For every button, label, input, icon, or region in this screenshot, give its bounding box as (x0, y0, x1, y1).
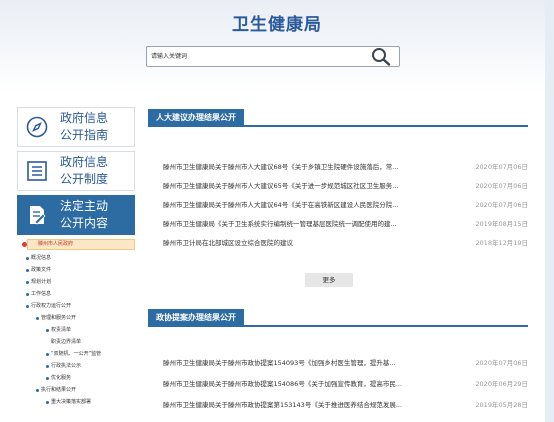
list-icon (27, 161, 47, 181)
list-item-title: 滕州市卫生健康局关于滕州市政协提案154086号《关于加强宣传教育，提高市民..… (163, 380, 403, 388)
tree-item[interactable]: 概况信息 (26, 255, 51, 262)
tree-item[interactable]: 职责边界清单 (51, 339, 81, 346)
list-item-title: 滕州市卫生健康局关于滕州市政协提案第153143号《关于推进医养结合规范发展..… (163, 401, 403, 409)
bullet-icon (36, 317, 39, 320)
sidebar-card-label: 法定主动 公开内容 (60, 199, 109, 230)
tree-item[interactable]: 行政执法公示 (46, 363, 81, 370)
page-edge-scroll[interactable] (545, 0, 554, 422)
list-item-date: 2019年08月15日 (475, 220, 528, 228)
list-item-date: 2019年05月28日 (475, 401, 528, 409)
list-item-title: 滕州市卫生健康局关于滕州市人大建议65号《关于进一步规范城区社区卫生服务... (163, 182, 399, 190)
list-item[interactable]: 滕州市卫计局在北部城区设立综合医院的建议 2018年12月19日 (163, 237, 528, 249)
tree-item[interactable]: 执行和结果公开 (36, 387, 76, 394)
bullet-icon (26, 269, 29, 272)
tree-item[interactable]: 权责清单 (46, 327, 71, 334)
site-header: 卫生健康局 (0, 0, 554, 92)
sidebar-card-system[interactable]: 政府信息 公开制度 (17, 151, 135, 191)
list-item-date: 2020年07月06日 (475, 163, 528, 171)
bullet-icon (26, 281, 29, 284)
list-item[interactable]: 滕州市卫生健康局关于滕州市人大建议65号《关于进一步规范城区社区卫生服务... … (163, 180, 528, 192)
list-item-date: 2018年12月19日 (475, 239, 528, 247)
bullet-icon (46, 353, 49, 356)
bullet-icon (46, 365, 49, 368)
section-title: 政协提案办理结果公开 (148, 309, 244, 327)
tree-item[interactable]: 重大决策落实部署 (46, 399, 91, 406)
list-item[interactable]: 滕州市卫生健康局《关于卫生系统实行编制统一管理基层医院统一调配使用的建... 2… (163, 218, 528, 230)
tree-item[interactable]: 管理和服务公开 (36, 315, 76, 322)
list-item[interactable]: 滕州市卫生健康局关于滕州市政协提案154086号《关于加强宣传教育，提高市民..… (163, 378, 528, 390)
tree-item[interactable]: 行政权力运行公开 (26, 303, 71, 310)
bullet-icon (22, 242, 27, 247)
list-item-title: 滕州市卫生健康局关于滕州市人大建议64号《关于在高铁新区建设人民医院分院... (163, 201, 399, 209)
bullet-icon (26, 305, 29, 308)
compass-icon (26, 116, 48, 138)
list-item[interactable]: 滕州市卫生健康局关于滕州市政协提案第153143号《关于推进医养结合规范发展..… (163, 399, 528, 411)
site-title: 卫生健康局 (232, 15, 322, 35)
tree-item[interactable]: 工作信息 (26, 291, 51, 298)
list-item-date: 2020年06月29日 (475, 380, 528, 388)
search-input[interactable] (151, 49, 361, 64)
tree-item[interactable]: 政策文件 (26, 267, 51, 274)
tree-root[interactable]: 滕州市人民政府 (22, 239, 135, 250)
list-item[interactable]: 滕州市卫生健康局关于滕州市人大建议64号《关于在高铁新区建设人民医院分院... … (163, 199, 528, 211)
tree-item[interactable]: 优化服务 (46, 375, 71, 382)
sidebar-card-content[interactable]: 法定主动 公开内容 (17, 195, 135, 235)
list-item[interactable]: 滕州市卫生健康局关于滕州市政协提案154093号《加强乡村医生管理，提升基...… (163, 357, 528, 369)
bullet-icon (46, 377, 49, 380)
bullet-icon (26, 293, 29, 296)
list-item-date: 2020年07月06日 (475, 359, 528, 367)
tree-item[interactable]: 规划计划 (26, 279, 51, 286)
list-item-date: 2020年07月06日 (475, 182, 528, 190)
list-item-title: 滕州市卫计局在北部城区设立综合医院的建议 (163, 239, 293, 247)
sidebar-card-label: 政府信息 公开制度 (60, 155, 109, 186)
bullet-icon (46, 401, 49, 404)
list-item-date: 2020年07月06日 (475, 201, 528, 209)
search-icon (372, 48, 391, 66)
list-item[interactable]: 滕州市卫生健康局关于滕州市人大建议68号《关于乡镇卫生院硬件设施落后，常... … (163, 161, 528, 173)
more-button[interactable]: 更多 (305, 273, 353, 287)
search-button[interactable] (371, 47, 391, 66)
bullet-icon (36, 389, 39, 392)
tree-item[interactable]: “双随机、一公开”监管 (46, 351, 101, 358)
bullet-icon (26, 257, 29, 260)
list-item-title: 滕州市卫生健康局关于滕州市人大建议68号《关于乡镇卫生院硬件设施落后，常... (163, 163, 399, 171)
section-header: 政协提案办理结果公开 (148, 307, 528, 327)
list-item-title: 滕州市卫生健康局关于滕州市政协提案154093号《加强乡村医生管理，提升基... (163, 359, 396, 367)
list-item-title: 滕州市卫生健康局《关于卫生系统实行编制统一管理基层医院统一调配使用的建... (163, 220, 397, 228)
section-title: 人大建议办理结果公开 (148, 109, 244, 127)
bullet-icon (46, 329, 49, 332)
sidebar-card-guide[interactable]: 政府信息 公开指南 (17, 107, 135, 147)
section-header: 人大建议办理结果公开 (148, 107, 528, 127)
search-box (146, 46, 400, 67)
document-edit-icon (30, 206, 46, 225)
sidebar-card-label: 政府信息 公开指南 (60, 111, 109, 142)
